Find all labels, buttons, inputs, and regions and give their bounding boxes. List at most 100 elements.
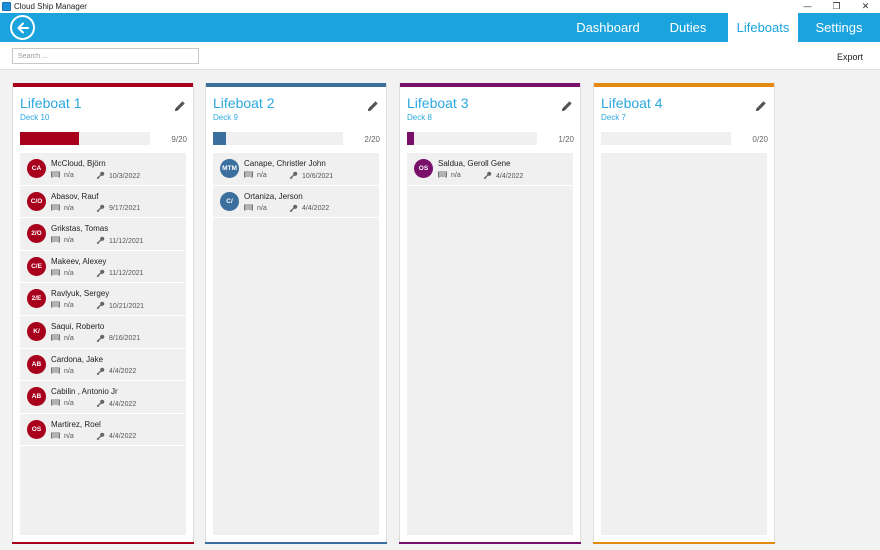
lifeboat-title: Lifeboat 3 bbox=[407, 95, 469, 111]
crew-cabin-value: n/a bbox=[64, 237, 74, 245]
capacity-count: 1/20 bbox=[558, 135, 574, 144]
crew-date: 10/21/2021 bbox=[96, 301, 144, 311]
crew-name: Saldua, Geroll Gene bbox=[438, 159, 511, 168]
crew-list-item[interactable]: OS Saldua, Geroll Gene n/a 4/4/2022 bbox=[407, 153, 573, 186]
capacity-bar-fill bbox=[213, 132, 226, 145]
crew-cabin: n/a bbox=[244, 204, 267, 213]
bed-icon bbox=[51, 301, 64, 310]
bed-icon bbox=[244, 204, 257, 213]
tab-lifeboats[interactable]: Lifeboats bbox=[728, 13, 798, 42]
capacity-bar bbox=[20, 132, 150, 145]
toolbar: Export bbox=[0, 42, 880, 70]
capacity-bar bbox=[601, 132, 731, 145]
crew-date: 11/12/2021 bbox=[96, 269, 144, 279]
lifeboat-deck: Deck 7 bbox=[601, 113, 626, 122]
app-icon bbox=[2, 2, 11, 11]
key-icon bbox=[483, 171, 496, 181]
crew-cabin-value: n/a bbox=[64, 172, 74, 179]
crew-cabin-value: n/a bbox=[257, 172, 267, 179]
crew-name: Ravlyuk, Sergey bbox=[51, 289, 110, 299]
crew-avatar: C/ bbox=[220, 191, 239, 211]
crew-avatar: CA bbox=[27, 159, 46, 178]
crew-list-item[interactable]: C/O Abasov, Rauf n/a 9/17/2021 bbox=[20, 186, 186, 219]
bed-icon bbox=[244, 171, 257, 180]
crew-date: 9/17/2021 bbox=[96, 204, 140, 214]
crew-cabin-value: n/a bbox=[64, 204, 74, 212]
close-button[interactable]: ✕ bbox=[851, 0, 880, 13]
crew-list-item[interactable]: C/E Makeev, Alexey n/a 11/12/2021 bbox=[20, 251, 186, 284]
lifeboat-title: Lifeboat 1 bbox=[20, 95, 82, 111]
crew-cabin: n/a bbox=[438, 171, 461, 180]
crew-date-value: 10/21/2021 bbox=[109, 302, 145, 310]
crew-list: MTM Canape, Christler John n/a 10/6/2021… bbox=[213, 153, 379, 535]
crew-cabin-value: n/a bbox=[64, 367, 74, 375]
crew-date-value: 4/4/2022 bbox=[109, 400, 137, 408]
crew-list-item[interactable]: AB Cabilin , Antonio Jr n/a 4/4/2022 bbox=[20, 381, 186, 414]
crew-list-item[interactable]: MTM Canape, Christler John n/a 10/6/2021 bbox=[213, 153, 379, 186]
tab-duties[interactable]: Duties bbox=[648, 13, 728, 42]
crew-list-item[interactable]: OS Martirez, Roel n/a 4/4/2022 bbox=[20, 414, 186, 447]
lifeboat-deck: Deck 8 bbox=[407, 113, 432, 122]
crew-list-item[interactable]: K/ Saqui, Roberto n/a 8/16/2021 bbox=[20, 316, 186, 349]
export-button[interactable]: Export bbox=[837, 52, 863, 62]
window-title: Cloud Ship Manager bbox=[14, 2, 87, 11]
window-titlebar: Cloud Ship Manager — ❐ ✕ bbox=[0, 0, 880, 13]
crew-name: Makeev, Alexey bbox=[51, 256, 107, 266]
crew-cabin-value: n/a bbox=[64, 400, 74, 408]
crew-cabin: n/a bbox=[51, 334, 74, 343]
search-input[interactable] bbox=[12, 48, 199, 64]
crew-name: Cabilin , Antonio Jr bbox=[51, 387, 118, 397]
crew-date: 11/12/2021 bbox=[96, 236, 144, 246]
back-button[interactable] bbox=[10, 15, 35, 40]
crew-avatar: K/ bbox=[27, 321, 46, 341]
lifeboat-title: Lifeboat 4 bbox=[601, 95, 663, 111]
edit-pencil-icon[interactable] bbox=[560, 99, 574, 113]
crew-avatar: AB bbox=[27, 387, 46, 407]
bed-icon bbox=[51, 171, 64, 180]
tab-settings[interactable]: Settings bbox=[798, 13, 880, 42]
crew-avatar: C/O bbox=[27, 191, 46, 211]
crew-date: 4/4/2022 bbox=[96, 399, 136, 409]
crew-avatar: MTM bbox=[220, 159, 239, 178]
crew-cabin: n/a bbox=[51, 399, 74, 408]
tab-dashboard[interactable]: Dashboard bbox=[568, 13, 648, 42]
minimize-button[interactable]: — bbox=[793, 0, 822, 13]
restore-button[interactable]: ❐ bbox=[822, 0, 851, 13]
key-icon bbox=[96, 204, 109, 214]
bed-icon bbox=[51, 399, 64, 408]
edit-pencil-icon[interactable] bbox=[366, 99, 380, 113]
crew-list-item[interactable]: 2/E Ravlyuk, Sergey n/a 10/21/2021 bbox=[20, 283, 186, 316]
lifeboat-card: Lifeboat 3 Deck 8 1/20 OS Saldua, Geroll… bbox=[399, 83, 581, 544]
key-icon bbox=[96, 399, 109, 409]
crew-list-item[interactable]: C/ Ortaniza, Jerson n/a 4/4/2022 bbox=[213, 186, 379, 219]
lifeboat-card: Lifeboat 1 Deck 10 9/20 CA McCloud, Björ… bbox=[12, 83, 194, 544]
crew-date-value: 9/17/2021 bbox=[109, 205, 141, 213]
edit-pencil-icon[interactable] bbox=[173, 99, 187, 113]
app-header: Dashboard Duties Lifeboats Settings bbox=[0, 13, 880, 42]
crew-cabin-value: n/a bbox=[257, 204, 267, 212]
crew-cabin: n/a bbox=[51, 236, 74, 245]
key-icon bbox=[96, 367, 109, 377]
key-icon bbox=[96, 301, 109, 311]
card-bottom-accent bbox=[593, 542, 775, 544]
key-icon bbox=[289, 204, 302, 214]
crew-name: Ortaniza, Jerson bbox=[244, 191, 303, 201]
lifeboat-deck: Deck 10 bbox=[20, 113, 50, 122]
crew-cabin: n/a bbox=[51, 269, 74, 278]
arrow-left-icon bbox=[17, 22, 29, 33]
bed-icon bbox=[51, 236, 64, 245]
edit-pencil-icon[interactable] bbox=[754, 99, 768, 113]
crew-cabin: n/a bbox=[51, 171, 74, 180]
crew-date-value: 4/4/2022 bbox=[109, 433, 137, 441]
crew-date-value: 4/4/2022 bbox=[496, 172, 524, 180]
crew-name: Cardona, Jake bbox=[51, 354, 104, 364]
crew-list-item[interactable]: CA McCloud, Björn n/a 10/3/2022 bbox=[20, 153, 186, 186]
capacity-bar bbox=[407, 132, 537, 145]
card-accent-bar bbox=[13, 83, 193, 87]
crew-date: 4/4/2022 bbox=[483, 171, 523, 181]
crew-list-item[interactable]: AB Cardona, Jake n/a 4/4/2022 bbox=[20, 349, 186, 382]
crew-cabin: n/a bbox=[244, 171, 267, 180]
crew-date: 4/4/2022 bbox=[96, 367, 136, 377]
crew-list-item[interactable]: 2/O Grikstas, Tomas n/a 11/12/2021 bbox=[20, 218, 186, 251]
crew-date: 10/6/2021 bbox=[289, 171, 333, 181]
